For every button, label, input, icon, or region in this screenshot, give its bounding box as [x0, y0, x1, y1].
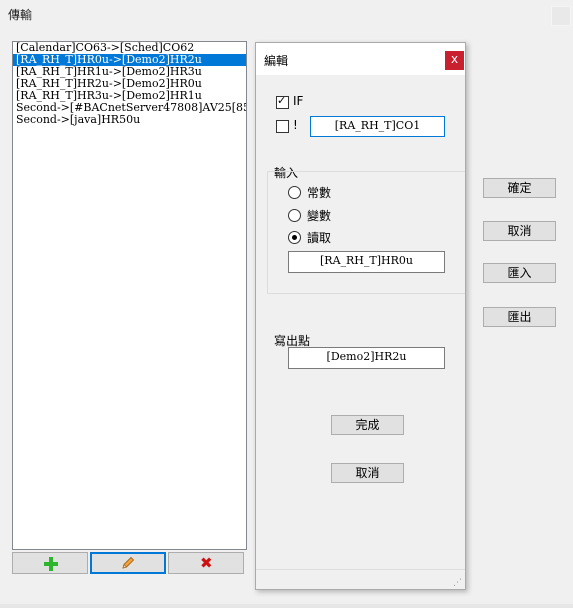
list-item-selected[interactable]: [RA_RH_T]HR0u->[Demo2]HR2u	[13, 54, 246, 66]
dialog-title: 編輯	[264, 54, 289, 68]
list-item[interactable]: [RA_RH_T]HR1u->[Demo2]HR3u	[13, 66, 246, 78]
not-checkbox[interactable]	[276, 120, 289, 133]
list-item[interactable]: [RA_RH_T]HR3u->[Demo2]HR1u	[13, 90, 246, 102]
ok-button[interactable]: 確定	[483, 178, 556, 198]
cancel-button[interactable]: 取消	[483, 221, 556, 241]
radio-constant[interactable]	[288, 186, 301, 199]
export-button[interactable]: 匯出	[483, 307, 556, 327]
if-checkbox[interactable]	[276, 94, 289, 109]
radio-constant-label: 常數	[307, 186, 332, 200]
list-item[interactable]: [RA_RH_T]HR2u->[Demo2]HR0u	[13, 78, 246, 90]
window-close-button[interactable]	[551, 6, 571, 26]
edit-button[interactable]	[90, 552, 166, 574]
transfer-list[interactable]: [Calendar]CO63->[Sched]CO62 [RA_RH_T]HR0…	[12, 41, 247, 550]
dialog-status-bar: ⋰	[256, 569, 465, 590]
list-item[interactable]: Second->[java]HR50u	[13, 114, 246, 126]
done-button[interactable]: 完成	[331, 415, 404, 435]
if-point-field[interactable]: [RA_RH_T]CO1	[310, 116, 445, 137]
window-bottom-border	[0, 604, 573, 608]
delete-button[interactable]: ✖	[168, 552, 244, 574]
radio-read-label: 讀取	[307, 231, 332, 245]
edit-dialog: 編輯 x IF ! [RA_RH_T]CO1 輸入 常數 變數 讀取 [RA_R…	[255, 42, 466, 590]
read-point-field[interactable]: [RA_RH_T]HR0u	[288, 251, 445, 273]
radio-variable-label: 變數	[307, 209, 332, 223]
pencil-icon	[122, 556, 135, 569]
dialog-cancel-button[interactable]: 取消	[331, 463, 404, 483]
radio-read[interactable]	[288, 231, 301, 244]
resize-grip-icon[interactable]: ⋰	[453, 579, 462, 588]
add-button[interactable]	[12, 552, 88, 574]
x-icon: ✖	[200, 554, 213, 572]
if-label: IF	[293, 94, 304, 108]
dialog-close-button[interactable]: x	[445, 51, 464, 70]
list-item[interactable]: [Calendar]CO63->[Sched]CO62	[13, 42, 246, 54]
write-point-field[interactable]: [Demo2]HR2u	[288, 347, 445, 369]
not-label: !	[293, 118, 298, 132]
list-item[interactable]: Second->[#BACnetServer47808]AV25[85][8]	[13, 102, 246, 114]
radio-variable[interactable]	[288, 209, 301, 222]
import-button[interactable]: 匯入	[483, 263, 556, 283]
window-title: 傳輸	[8, 8, 33, 22]
plus-icon	[44, 557, 58, 571]
